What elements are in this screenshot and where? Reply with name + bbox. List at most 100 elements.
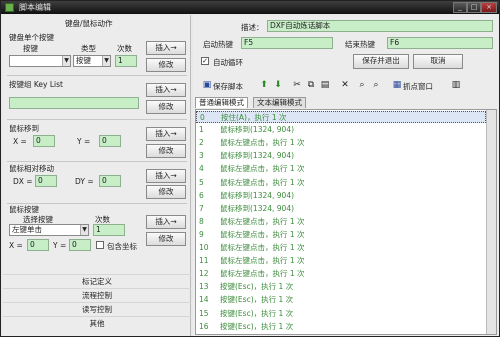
window-title: 脚本编辑 [19, 3, 51, 12]
line-text: 鼠标移到(1324, 904) [220, 125, 295, 135]
nav-marker-definition[interactable]: 标记定义 [3, 274, 191, 288]
line-text: 鼠标移到(1324, 904) [220, 151, 295, 161]
auto-loop-checkbox[interactable]: ✓ [201, 57, 209, 65]
script-line[interactable]: 8 鼠标左键点击，执行 1 次 [196, 216, 486, 228]
line-number: 1 [199, 125, 204, 135]
tab-normal-edit[interactable]: 普通编辑模式 [195, 97, 248, 108]
kb-single-insert-button[interactable]: 插入→ [146, 41, 186, 55]
line-text: 按键(Esc)，执行 1 次 [220, 282, 294, 292]
script-line[interactable]: 11 鼠标左键点击，执行 1 次 [196, 255, 486, 267]
nav-other[interactable]: 其他 [3, 316, 191, 330]
script-line[interactable]: 13 按键(Esc)，执行 1 次 [196, 281, 486, 293]
scissors-icon[interactable]: ✂ [292, 79, 302, 91]
tab-text-edit[interactable]: 文本编辑模式 [253, 97, 306, 108]
mouse-btn-x-input[interactable]: 0 [27, 239, 49, 251]
mouse-x-input[interactable]: 0 [33, 135, 55, 147]
include-coords-checkbox[interactable] [96, 241, 104, 249]
line-text: 鼠标移到(1324, 904) [220, 190, 295, 200]
mouse-count-input[interactable]: 1 [93, 224, 125, 236]
save-script-label[interactable]: 保存脚本 [213, 81, 243, 92]
capture-window-label[interactable]: 抓点窗口 [403, 81, 433, 92]
script-line[interactable]: 14 按键(Esc)，执行 1 次 [196, 294, 486, 306]
script-editor[interactable]: 0 按住(A)，执行 1 次 1 鼠标移到(1324, 904) 2 鼠标左键点击，执行 … [195, 109, 497, 335]
key-list-insert-button[interactable]: 插入→ [146, 83, 186, 97]
script-line[interactable]: 16 按键(Esc)，执行 1 次 [196, 321, 486, 333]
line-number: 14 [199, 295, 209, 305]
key-select[interactable]: ▼ [9, 55, 71, 67]
line-text: 按键(Esc)，执行 1 次 [220, 321, 294, 331]
mouse-rel-modify-button[interactable]: 修改 [146, 185, 186, 199]
mouse-y-label: Y = [77, 137, 91, 146]
mouse-dy-input[interactable]: 0 [99, 175, 121, 187]
mouse-dx-input[interactable]: 0 [35, 175, 57, 187]
nav-flow-control[interactable]: 流程控制 [3, 288, 191, 302]
mouse-btn-y-label: Y = [53, 241, 67, 250]
line-text: 鼠标左键点击，执行 1 次 [220, 177, 305, 187]
mouse-btn-modify-button[interactable]: 修改 [146, 232, 186, 246]
desc-label: 描述： [241, 23, 264, 32]
script-line[interactable]: 1 鼠标移到(1324, 904) [196, 124, 486, 136]
start-hotkey-input[interactable]: F5 [241, 37, 333, 49]
title-bar[interactable]: 脚本编辑 _ □ × [1, 1, 499, 14]
chevron-down-icon: ▼ [80, 225, 88, 235]
script-panel: 描述： DXF自动炼话脚本 启动热键 F5 结束热键 F6 ✓ 自动循环 保存并… [193, 15, 499, 336]
key-list-input[interactable] [9, 97, 139, 109]
mouse-button-select[interactable]: 左键单击 ▼ [9, 224, 89, 236]
script-line[interactable]: 4 鼠标左键点击，执行 1 次 [196, 163, 486, 175]
script-line[interactable]: 9 鼠标左键点击，执行 1 次 [196, 229, 486, 241]
line-text: 鼠标左键点击，执行 1 次 [220, 138, 305, 148]
vertical-scrollbar[interactable] [486, 110, 496, 334]
delete-icon[interactable]: ✕ [340, 79, 350, 91]
key-list-modify-button[interactable]: 修改 [146, 100, 186, 114]
count-label: 次数 [117, 44, 132, 53]
export-icon[interactable]: ▥ [451, 79, 461, 91]
script-line[interactable]: 0 按住(A)，执行 1 次 [196, 111, 486, 123]
divider [7, 75, 187, 76]
script-line[interactable]: 3 鼠标移到(1324, 904) [196, 150, 486, 162]
mouse-move-modify-button[interactable]: 修改 [146, 144, 186, 158]
line-number: 7 [199, 203, 204, 213]
line-text: 按住(A)，执行 1 次 [221, 113, 287, 122]
line-number: 16 [199, 321, 209, 331]
arrow-down-icon[interactable]: ⬇ [273, 79, 283, 91]
script-line[interactable]: 12 鼠标左键点击，执行 1 次 [196, 268, 486, 280]
nav-read-write-control[interactable]: 读写控制 [3, 302, 191, 316]
find-replace-icon[interactable]: ⌕ [371, 79, 381, 91]
close-button[interactable]: × [481, 2, 497, 13]
script-line[interactable]: 10 鼠标左键点击，执行 1 次 [196, 242, 486, 254]
arrow-up-icon[interactable]: ⬆ [259, 79, 269, 91]
mouse-btn-insert-button[interactable]: 插入→ [146, 215, 186, 229]
mouse-rel-insert-button[interactable]: 插入→ [146, 169, 186, 183]
desc-input[interactable]: DXF自动炼话脚本 [267, 20, 493, 32]
paste-icon[interactable]: ▤ [320, 79, 330, 91]
line-text: 鼠标左键点击，执行 1 次 [220, 269, 305, 279]
maximize-button[interactable]: □ [467, 2, 481, 13]
find-icon[interactable]: ⌕ [357, 79, 367, 91]
mouse-move-insert-button[interactable]: 插入→ [146, 127, 186, 141]
line-text: 按键(Esc)，执行 1 次 [220, 295, 294, 305]
app-icon [5, 3, 14, 12]
end-hotkey-input[interactable]: F6 [387, 37, 493, 49]
line-text: 鼠标左键点击，执行 1 次 [220, 216, 305, 226]
minimize-button[interactable]: _ [453, 2, 467, 13]
script-line[interactable]: 7 鼠标移到(1324, 904) [196, 203, 486, 215]
kb-single-modify-button[interactable]: 修改 [146, 58, 186, 72]
copy-icon[interactable]: ⧉ [306, 79, 316, 91]
mouse-rel-title: 鼠标相对移动 [9, 164, 54, 173]
script-line[interactable]: 5 鼠标左键点击，执行 1 次 [196, 177, 486, 189]
script-line[interactable]: 15 按键(Esc)，执行 1 次 [196, 308, 486, 320]
script-line[interactable]: 2 鼠标左键点击，执行 1 次 [196, 137, 486, 149]
script-line[interactable]: 6 鼠标移到(1324, 904) [196, 190, 486, 202]
type-select[interactable]: 按键 ▼ [73, 55, 111, 67]
save-script-icon[interactable]: ▣ [202, 79, 212, 91]
line-number: 15 [199, 308, 209, 318]
auto-loop-label: 自动循环 [213, 58, 243, 67]
key-count-input[interactable]: 1 [115, 55, 137, 67]
line-number: 12 [199, 269, 209, 279]
save-exit-button[interactable]: 保存并退出 [353, 54, 409, 69]
chevron-down-icon: ▼ [62, 56, 70, 66]
capture-window-icon[interactable]: ▦ [392, 79, 402, 91]
mouse-btn-y-input[interactable]: 0 [69, 239, 91, 251]
mouse-y-input[interactable]: 0 [99, 135, 121, 147]
cancel-button[interactable]: 取消 [413, 54, 463, 69]
